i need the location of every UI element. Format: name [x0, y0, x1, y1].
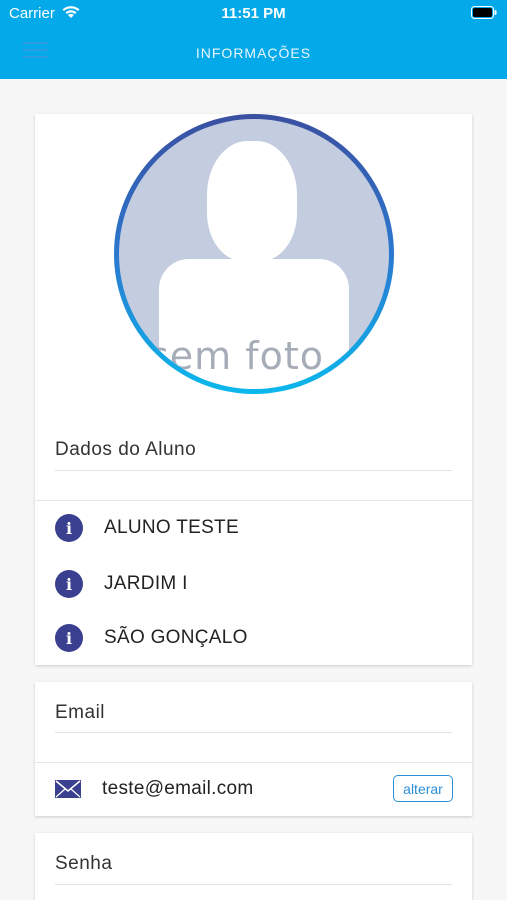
student-class: JARDIM I — [104, 573, 188, 594]
silhouette-head — [207, 141, 297, 261]
info-icon: i — [55, 624, 83, 652]
divider — [55, 732, 452, 733]
divider — [55, 470, 452, 471]
status-time: 11:51 PM — [221, 5, 286, 22]
info-row-class: i JARDIM I — [55, 569, 188, 599]
email-section-title: Email — [55, 702, 106, 723]
top-bar: Carrier 11:51 PM INFORMAÇÕES — [0, 0, 507, 79]
battery-icon — [471, 6, 497, 19]
password-section-title: Senha — [55, 853, 113, 874]
page-title: INFORMAÇÕES — [195, 45, 312, 61]
info-row-city: i SÃO GONÇALO — [55, 623, 248, 653]
info-row-name: i ALUNO TESTE — [55, 513, 239, 543]
status-bar: Carrier 11:51 PM — [0, 0, 507, 28]
student-name: ALUNO TESTE — [104, 517, 239, 538]
avatar-photo: sem foto — [119, 119, 389, 389]
email-value: teste@email.com — [102, 778, 254, 799]
envelope-icon — [55, 780, 81, 798]
avatar: sem foto — [114, 114, 394, 394]
student-info-card: sem foto Dados do Aluno i ALUNO TESTE i … — [35, 114, 472, 665]
email-card: Email teste@email.com alterar — [35, 682, 472, 816]
divider — [35, 762, 472, 763]
email-row: teste@email.com — [55, 774, 254, 804]
info-icon: i — [55, 514, 83, 542]
password-card: Senha — [35, 833, 472, 900]
no-photo-text: sem foto — [149, 334, 325, 378]
divider — [35, 500, 472, 501]
student-section-title: Dados do Aluno — [55, 439, 197, 460]
divider — [55, 884, 452, 885]
info-icon: i — [55, 570, 83, 598]
student-city: SÃO GONÇALO — [104, 627, 248, 648]
screen: Carrier 11:51 PM INFORMAÇÕES sem foto Da… — [0, 0, 507, 900]
change-email-button[interactable]: alterar — [393, 775, 453, 802]
